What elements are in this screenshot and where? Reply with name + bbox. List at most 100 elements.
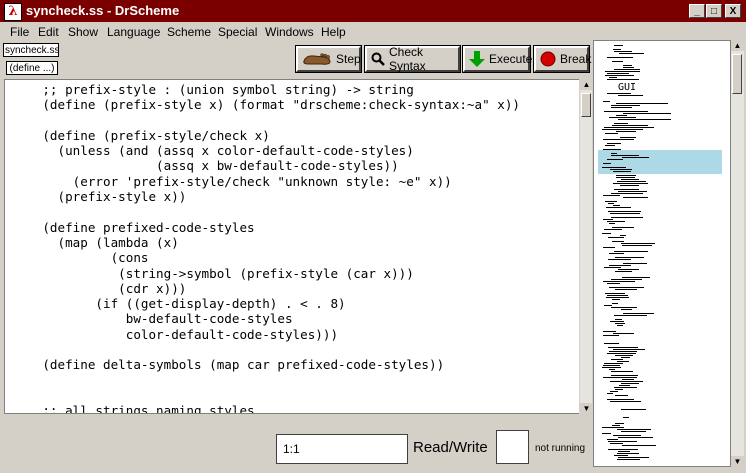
contour-line [607, 143, 621, 144]
contour-line [612, 61, 623, 62]
contour-line [611, 375, 638, 376]
contour-line [613, 349, 645, 350]
contour-line [614, 251, 648, 252]
contour-line [607, 439, 618, 440]
contour-line [607, 57, 633, 58]
step-button[interactable]: Step [295, 45, 362, 73]
contour-line [602, 233, 611, 234]
menu-edit[interactable]: Edit [38, 25, 59, 39]
green-arrow-icon [469, 50, 485, 68]
menu-show[interactable]: Show [68, 25, 98, 39]
contour-line [609, 77, 617, 78]
menu-scheme[interactable]: Scheme [167, 25, 211, 39]
file-name-button[interactable]: syncheck.ss [3, 43, 59, 57]
contour-overview[interactable]: GUI [593, 40, 731, 467]
drscheme-lambda-icon[interactable]: λ [4, 3, 22, 21]
title-bar: λ syncheck.ss - DrScheme _ □ X [0, 0, 746, 22]
running-indicator-box [496, 430, 529, 464]
contour-line [608, 237, 624, 238]
contour-line [602, 167, 626, 168]
contour-line [622, 277, 650, 278]
magnifier-icon [371, 52, 385, 66]
contour-scroll-up-arrow[interactable]: ▲ [731, 40, 744, 51]
contour-line [610, 213, 640, 214]
break-label: Break [560, 52, 592, 66]
menu-help[interactable]: Help [321, 25, 346, 39]
contour-line [615, 323, 625, 324]
contour-line [611, 307, 637, 308]
step-label: Step [336, 52, 361, 66]
scroll-down-arrow[interactable]: ▼ [580, 403, 593, 414]
contour-line [615, 319, 622, 320]
contour-line [619, 53, 644, 54]
menu-special[interactable]: Special [218, 25, 257, 39]
contour-line [621, 309, 632, 310]
contour-line [603, 365, 620, 366]
contour-line [620, 235, 626, 236]
contour-line [614, 315, 647, 316]
maximize-button[interactable]: □ [706, 4, 722, 18]
contour-line [612, 303, 618, 304]
contour-lines [598, 45, 722, 460]
contour-line [605, 293, 625, 294]
contour-line [604, 267, 621, 268]
contour-scroll-down-arrow[interactable]: ▼ [731, 456, 744, 467]
scroll-thumb[interactable] [581, 93, 591, 117]
contour-line [602, 367, 621, 368]
contour-line [608, 203, 614, 204]
close-button[interactable]: X [725, 4, 741, 18]
contour-line [603, 247, 615, 248]
contour-line [621, 243, 655, 244]
stop-icon [540, 51, 556, 67]
contour-line [607, 283, 620, 284]
menu-language[interactable]: Language [107, 25, 160, 39]
menu-bar: File Edit Show Language Scheme Special W… [0, 22, 746, 42]
contour-line [605, 71, 640, 72]
contour-line [623, 65, 632, 66]
contour-line [613, 49, 621, 50]
contour-line [603, 149, 621, 150]
window-title: syncheck.ss - DrScheme [26, 3, 180, 18]
contour-line [610, 391, 618, 392]
contour-scroll-thumb[interactable] [732, 54, 742, 94]
editor-vertical-scrollbar[interactable]: ▲ ▼ [579, 79, 593, 414]
execute-button[interactable]: Execute [462, 45, 533, 73]
contour-line [621, 357, 630, 358]
scroll-up-arrow[interactable]: ▲ [580, 79, 593, 90]
contour-line [605, 201, 617, 202]
contour-scrollbar[interactable]: ▲ ▼ [731, 40, 744, 467]
contour-line [616, 131, 636, 132]
line-column-field[interactable]: 1:1 [276, 434, 408, 464]
menu-file[interactable]: File [10, 25, 29, 39]
contour-line [615, 271, 632, 272]
contour-line [615, 257, 644, 258]
contour-line [603, 101, 610, 102]
menu-windows[interactable]: Windows [265, 25, 314, 39]
contour-line [611, 107, 632, 108]
contour-line [611, 193, 643, 194]
contour-line [622, 157, 649, 158]
contour-line [604, 229, 622, 230]
contour-line [607, 79, 639, 80]
minimize-button[interactable]: _ [689, 4, 705, 18]
contour-line [623, 263, 647, 264]
contour-line [608, 441, 637, 442]
contour-line [615, 423, 624, 424]
contour-line [615, 355, 633, 356]
contour-line [617, 453, 639, 454]
definitions-editor[interactable]: ;; prefix-style : (union symbol string) … [4, 79, 579, 414]
contour-line [609, 265, 631, 266]
check-syntax-button[interactable]: Check Syntax [364, 45, 461, 73]
contour-line [614, 123, 628, 124]
execute-label: Execute [489, 52, 533, 66]
foot-icon [302, 51, 332, 67]
contour-line [623, 417, 629, 418]
define-popup-menu[interactable]: (define ...) [6, 61, 58, 75]
contour-line [603, 377, 637, 378]
contour-line [603, 163, 611, 164]
contour-line [607, 353, 636, 354]
contour-line [623, 313, 654, 314]
contour-line [613, 435, 641, 436]
break-button[interactable]: Break [533, 45, 592, 73]
code-text[interactable]: ;; prefix-style : (union symbol string) … [12, 82, 579, 413]
